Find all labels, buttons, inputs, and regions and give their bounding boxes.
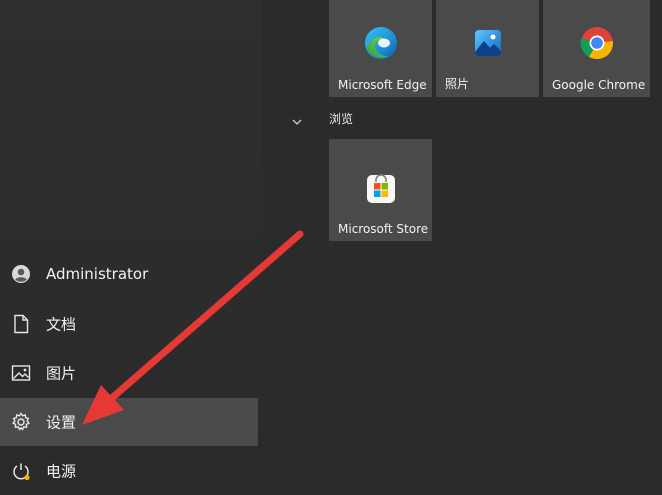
tile-google-chrome-label: Google Chrome bbox=[552, 78, 646, 92]
tile-microsoft-edge-label: Microsoft Edge bbox=[338, 78, 427, 92]
chevron-down-icon[interactable] bbox=[290, 114, 304, 128]
power-icon bbox=[11, 461, 31, 481]
tile-photos[interactable]: 照片 bbox=[436, 0, 539, 97]
user-name-label: Administrator bbox=[46, 265, 149, 283]
tile-google-chrome[interactable]: Google Chrome bbox=[543, 0, 650, 97]
store-icon bbox=[361, 169, 401, 209]
nav-settings-label: 设置 bbox=[46, 413, 77, 432]
tile-microsoft-store-label: Microsoft Store bbox=[338, 222, 429, 236]
nav-settings[interactable]: 设置 bbox=[0, 398, 258, 446]
group-header-browse[interactable]: 浏览 bbox=[329, 110, 353, 127]
nav-user[interactable]: Administrator bbox=[0, 250, 258, 298]
user-icon bbox=[11, 264, 31, 284]
tile-photos-label: 照片 bbox=[445, 77, 470, 91]
tile-microsoft-store[interactable]: Microsoft Store bbox=[329, 139, 432, 241]
nav-power[interactable]: 电源 bbox=[0, 447, 258, 495]
gear-icon bbox=[11, 412, 31, 432]
nav-documents[interactable]: 文档 bbox=[0, 300, 258, 348]
picture-icon bbox=[11, 363, 31, 383]
edge-icon bbox=[361, 23, 401, 63]
chrome-icon bbox=[577, 23, 617, 63]
nav-pictures[interactable]: 图片 bbox=[0, 349, 258, 397]
photos-icon bbox=[468, 23, 508, 63]
tile-microsoft-edge[interactable]: Microsoft Edge bbox=[329, 0, 432, 97]
nav-pictures-label: 图片 bbox=[46, 364, 77, 383]
nav-power-label: 电源 bbox=[46, 462, 77, 481]
document-icon bbox=[11, 314, 31, 334]
nav-documents-label: 文档 bbox=[46, 315, 77, 334]
